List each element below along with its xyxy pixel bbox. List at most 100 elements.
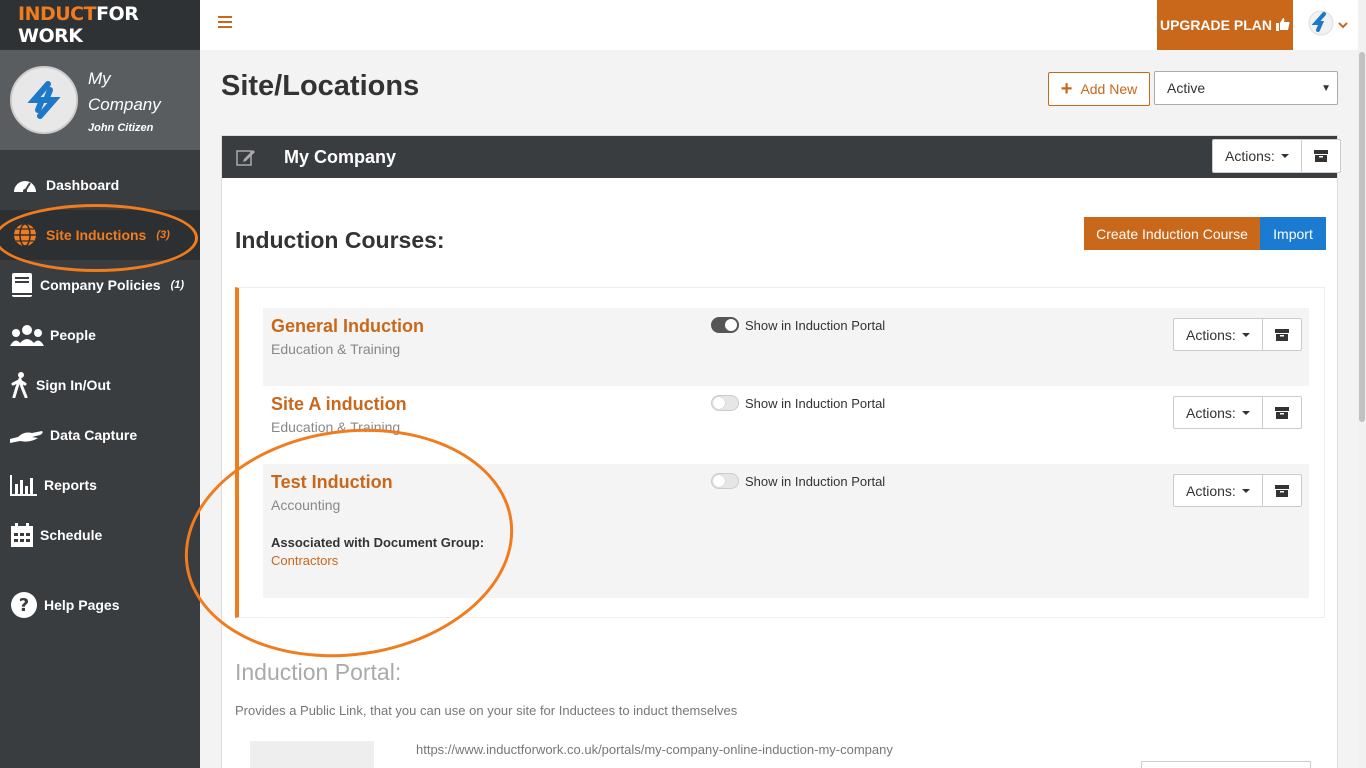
archive-icon[interactable]	[1302, 140, 1340, 172]
portal-actions-button[interactable]	[1141, 761, 1311, 768]
course-name[interactable]: Test Induction	[271, 472, 393, 493]
course-actions-group: Actions:	[1173, 318, 1302, 351]
portal-toggle[interactable]: Show in Induction Portal	[711, 317, 885, 333]
archive-icon[interactable]	[1263, 475, 1301, 506]
edit-icon[interactable]	[236, 147, 256, 167]
induction-portal-description: Provides a Public Link, that you can use…	[235, 703, 738, 718]
course-actions-group: Actions:	[1173, 396, 1302, 429]
document-group-label: Associated with Document Group:	[271, 535, 485, 550]
site-panel-header: My Company Actions:	[222, 136, 1341, 178]
sidebar-item-count: (1)	[170, 279, 185, 291]
site-name: My Company	[284, 146, 397, 167]
topbar: UPGRADE PLAN	[200, 0, 1366, 50]
sidebar-item-label: Site Inductions	[46, 227, 147, 243]
hamburger-menu-icon[interactable]	[218, 16, 232, 30]
site-panel: My Company Actions: Induction Courses: C…	[221, 135, 1341, 768]
archive-icon[interactable]	[1263, 319, 1301, 350]
page-title: Site/Locations	[221, 70, 420, 102]
induction-courses-title: Induction Courses:	[235, 227, 445, 253]
course-item: Test Induction Accounting Show in Induct…	[263, 464, 1309, 598]
plus-icon: +	[1060, 77, 1073, 100]
portal-toggle[interactable]: Show in Induction Portal	[711, 473, 885, 489]
portal-thumbnail	[250, 741, 374, 768]
sidebar-item-label: Company Policies	[40, 277, 161, 293]
course-actions-group: Actions:	[1173, 474, 1302, 507]
sidebar-item-count: (3)	[156, 229, 170, 241]
company-user: John Citizen	[88, 122, 154, 134]
bar-chart-icon	[10, 470, 38, 500]
chevron-down-icon	[1338, 16, 1348, 34]
globe-icon	[10, 220, 40, 250]
book-icon	[10, 270, 34, 300]
toggle-switch-off[interactable]	[711, 473, 739, 489]
add-new-button[interactable]: + Add New	[1048, 72, 1150, 106]
brand-part1: INDUCT	[18, 3, 97, 25]
site-actions-group: Actions:	[1212, 139, 1341, 173]
sidebar-nav: Dashboard Site Inductions (3) Company Po…	[0, 160, 200, 630]
company-name-line1: My	[88, 69, 111, 88]
user-avatar-icon	[1308, 10, 1334, 41]
induction-portal-title: Induction Portal:	[235, 659, 402, 685]
sidebar-item-site-inductions[interactable]: Site Inductions (3)	[0, 210, 200, 260]
sidebar-item-label: Schedule	[40, 527, 103, 543]
portal-toggle-label: Show in Induction Portal	[745, 395, 886, 411]
speedometer-icon	[10, 170, 40, 200]
user-menu[interactable]	[1308, 10, 1348, 41]
sidebar: INDUCTFOR WORK My Company John Citizen D…	[0, 0, 200, 768]
sidebar-item-dashboard[interactable]: Dashboard	[0, 160, 200, 210]
course-item: General Induction Education & Training S…	[263, 308, 1309, 386]
portal-toggle-label: Show in Induction Portal	[745, 317, 886, 333]
sidebar-item-sign-in-out[interactable]: Sign In/Out	[0, 360, 200, 410]
sidebar-item-label: Data Capture	[50, 427, 138, 443]
sidebar-item-label: Reports	[44, 477, 97, 493]
document-group-link[interactable]: Contractors	[271, 553, 338, 568]
people-icon	[10, 320, 44, 350]
portal-toggle-label: Show in Induction Portal	[745, 473, 886, 489]
course-actions-button[interactable]: Actions:	[1174, 475, 1263, 506]
portal-url-link[interactable]: https://www.inductforwork.co.uk/portals/…	[416, 742, 893, 757]
sidebar-item-data-capture[interactable]: Data Capture	[0, 410, 200, 460]
sidebar-item-label: Help Pages	[44, 597, 120, 613]
course-category: Education & Training	[271, 419, 401, 435]
import-button[interactable]: Import	[1260, 217, 1326, 250]
sidebar-item-label: Sign In/Out	[36, 377, 111, 393]
company-logo-icon	[10, 66, 78, 134]
portal-toggle[interactable]: Show in Induction Portal	[711, 395, 885, 411]
svg-text:?: ?	[19, 595, 29, 616]
status-select-value: Active	[1167, 80, 1206, 96]
course-item: Site A induction Education & Training Sh…	[263, 386, 1309, 464]
course-actions-button[interactable]: Actions:	[1174, 319, 1263, 350]
site-actions-button[interactable]: Actions:	[1213, 140, 1302, 172]
brand-logo[interactable]: INDUCTFOR WORK	[0, 0, 200, 50]
hand-icon	[10, 420, 44, 450]
upgrade-plan-label: UPGRADE PLAN	[1159, 17, 1272, 33]
sidebar-item-help-pages[interactable]: ? Help Pages	[0, 580, 200, 630]
course-name[interactable]: General Induction	[271, 316, 424, 337]
sidebar-item-schedule[interactable]: Schedule	[0, 510, 200, 560]
sidebar-item-people[interactable]: People	[0, 310, 200, 360]
upgrade-plan-button[interactable]: UPGRADE PLAN	[1157, 0, 1293, 50]
thumbs-up-icon	[1276, 17, 1290, 34]
toggle-switch-off[interactable]	[711, 395, 739, 411]
question-icon: ?	[10, 590, 38, 620]
sidebar-item-reports[interactable]: Reports	[0, 460, 200, 510]
sidebar-item-label: Dashboard	[46, 177, 120, 193]
course-list: General Induction Education & Training S…	[235, 287, 1325, 618]
toggle-switch-on[interactable]	[711, 317, 739, 333]
sidebar-item-company-policies[interactable]: Company Policies (1)	[0, 260, 200, 310]
create-induction-course-button[interactable]: Create Induction Course	[1084, 217, 1260, 250]
course-category: Education & Training	[271, 341, 401, 357]
sidebar-item-label: People	[50, 327, 96, 343]
course-category: Accounting	[271, 497, 341, 513]
select-caret-icon: ▼	[1321, 83, 1331, 94]
course-name[interactable]: Site A induction	[271, 394, 407, 415]
walking-icon	[10, 370, 30, 400]
status-select[interactable]: Active ▼	[1154, 71, 1338, 105]
calendar-icon	[10, 520, 34, 550]
course-actions-button[interactable]: Actions:	[1174, 397, 1263, 428]
page-scrollbar[interactable]	[1358, 0, 1366, 768]
company-name-line2: Company	[88, 95, 161, 114]
archive-icon[interactable]	[1263, 397, 1301, 428]
add-new-label: Add New	[1080, 81, 1138, 97]
company-profile[interactable]: My Company John Citizen	[0, 50, 200, 150]
